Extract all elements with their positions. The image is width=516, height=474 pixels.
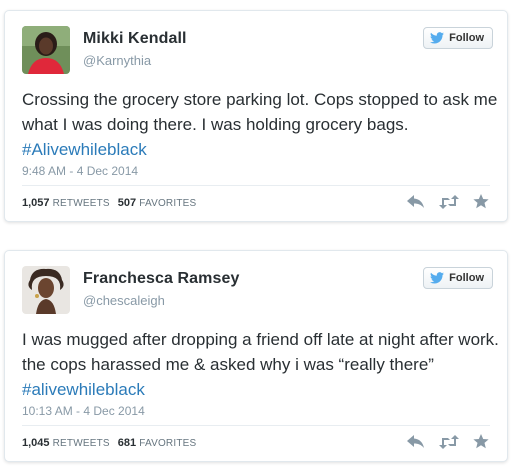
follow-label: Follow: [449, 32, 484, 44]
tweet-timestamp[interactable]: 10:13 AM - 4 Dec 2014: [22, 404, 145, 418]
retweet-icon[interactable]: [439, 194, 459, 209]
tweet-actions: [407, 434, 489, 449]
favorite-count[interactable]: 507 FAVORITES: [118, 197, 197, 209]
author-handle[interactable]: @chescaleigh: [83, 293, 165, 308]
favorite-count[interactable]: 681 FAVORITES: [118, 437, 197, 449]
tweet-text: Crossing the grocery store parking lot. …: [22, 87, 502, 162]
author-handle[interactable]: @Karnythia: [83, 53, 151, 68]
tweet-card: Franchesca Ramsey @chescaleigh Follow I …: [4, 250, 508, 462]
author-name[interactable]: Franchesca Ramsey: [83, 270, 239, 288]
tweet-timestamp[interactable]: 9:48 AM - 4 Dec 2014: [22, 164, 138, 178]
tweet-card: Mikki Kendall @Karnythia Follow Crossing…: [4, 10, 508, 222]
tweet-text: I was mugged after dropping a friend off…: [22, 327, 502, 402]
tweet-stats: 1,057 RETWEETS 507 FAVORITES: [22, 197, 196, 209]
retweet-count[interactable]: 1,045 RETWEETS: [22, 437, 110, 449]
follow-button[interactable]: Follow: [423, 267, 493, 289]
reply-icon[interactable]: [407, 194, 425, 209]
divider: [22, 185, 490, 186]
author-name[interactable]: Mikki Kendall: [83, 30, 187, 48]
twitter-bird-icon: [430, 272, 445, 284]
retweet-icon[interactable]: [439, 434, 459, 449]
twitter-bird-icon: [430, 32, 445, 44]
retweet-count[interactable]: 1,057 RETWEETS: [22, 197, 110, 209]
tweet-stats: 1,045 RETWEETS 681 FAVORITES: [22, 437, 196, 449]
avatar[interactable]: [22, 266, 70, 314]
tweet-actions: [407, 194, 489, 209]
favorite-icon[interactable]: [473, 434, 489, 449]
hashtag-link[interactable]: #alivewhileblack: [22, 380, 145, 399]
avatar[interactable]: [22, 26, 70, 74]
follow-button[interactable]: Follow: [423, 27, 493, 49]
tweet-body: Crossing the grocery store parking lot. …: [22, 90, 498, 134]
hashtag-link[interactable]: #Alivewhileblack: [22, 140, 147, 159]
tweet-body: I was mugged after dropping a friend off…: [22, 330, 499, 374]
reply-icon[interactable]: [407, 434, 425, 449]
divider: [22, 425, 490, 426]
follow-label: Follow: [449, 272, 484, 284]
favorite-icon[interactable]: [473, 194, 489, 209]
